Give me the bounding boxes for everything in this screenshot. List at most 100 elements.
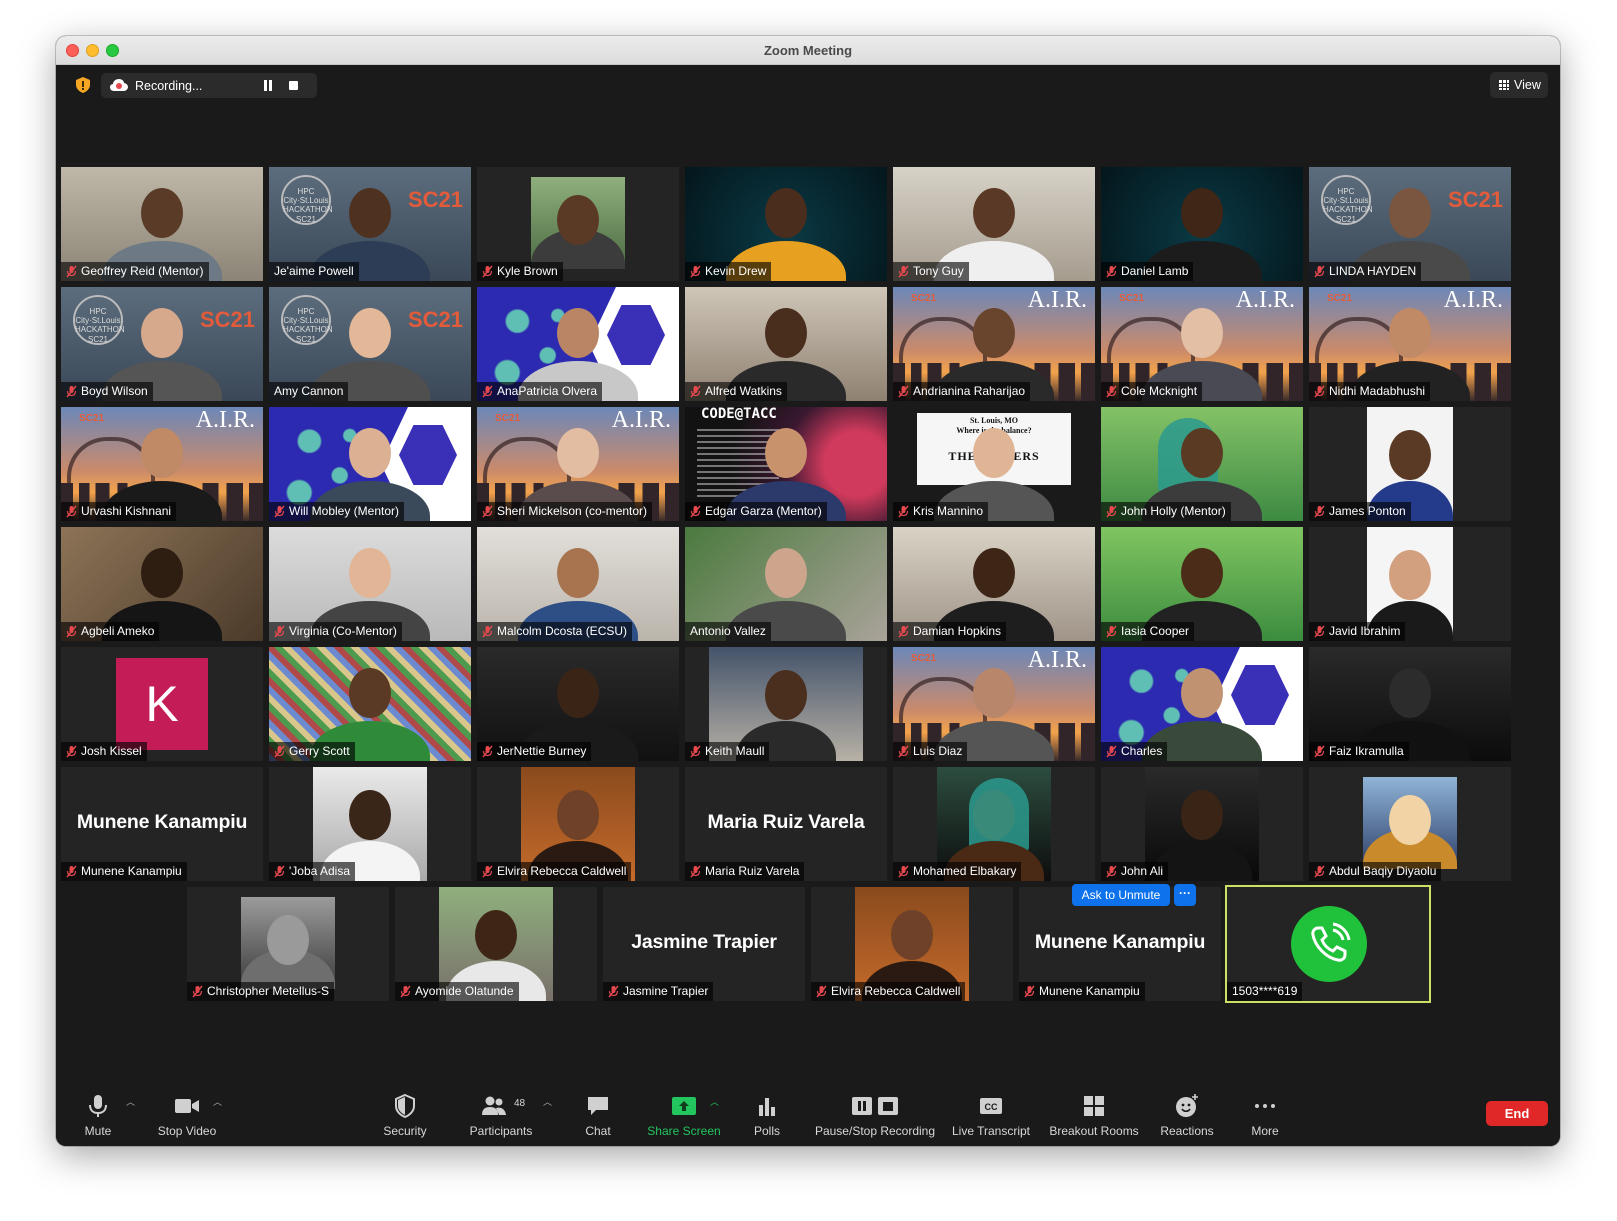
chat-button[interactable]: Chat: [578, 1086, 618, 1146]
closed-caption-icon: CC: [980, 1098, 1002, 1114]
live-transcript-button[interactable]: CC Live Transcript: [949, 1086, 1033, 1146]
pause-recording-icon[interactable]: [263, 80, 273, 91]
participant-name-tag: Elvira Rebecca Caldwell: [477, 862, 632, 881]
participant-tile[interactable]: Kevin Drew: [685, 167, 887, 281]
participant-tile[interactable]: A.I.R. SC21 Nidhi Madabhushi: [1309, 287, 1511, 401]
participant-name-tag: Malcolm Dcosta (ECSU): [477, 622, 633, 641]
participant-tile[interactable]: Maria Ruiz Varela Maria Ruiz Varela: [685, 767, 887, 881]
sc21-tag: SC21: [911, 653, 937, 664]
participant-tile[interactable]: A.I.R. SC21 Andrianina Raharijao: [893, 287, 1095, 401]
participant-name-tag: James Ponton: [1309, 502, 1411, 521]
participant-tile[interactable]: Abdul Baqiy Diyaolu: [1309, 767, 1511, 881]
participant-tile[interactable]: Keith Maull: [685, 647, 887, 761]
participant-face: [349, 547, 391, 598]
participant-tile[interactable]: K Josh Kissel: [61, 647, 263, 761]
share-options-caret-icon[interactable]: ︿: [710, 1098, 719, 1107]
ask-to-unmute-button[interactable]: Ask to Unmute: [1072, 884, 1170, 906]
stop-recording-icon[interactable]: [289, 81, 298, 90]
participant-face: [349, 187, 391, 238]
participant-tile[interactable]: A.I.R. SC21 Sheri Mickelson (co-mentor): [477, 407, 679, 521]
participant-tile[interactable]: Damian Hopkins: [893, 527, 1095, 641]
participant-tile[interactable]: Gerry Scott: [269, 647, 471, 761]
participant-tile[interactable]: JerNettie Burney: [477, 647, 679, 761]
title-bar: Zoom Meeting: [56, 36, 1560, 65]
participant-tile[interactable]: Agbeli Ameko: [61, 527, 263, 641]
participant-tile[interactable]: Ayomide Olatunde: [395, 887, 597, 1001]
muted-mic-icon: [482, 505, 493, 518]
sc21-tag: SC21: [79, 413, 105, 424]
pause-stop-icon: [852, 1097, 898, 1115]
stop-video-button[interactable]: Stop Video: [152, 1086, 222, 1146]
participant-tile[interactable]: Munene Kanampiu Munene Kanampiu: [61, 767, 263, 881]
participant-tile[interactable]: Virginia (Co-Mentor): [269, 527, 471, 641]
share-screen-button[interactable]: Share Screen: [646, 1086, 722, 1146]
participant-tile[interactable]: Antonio Vallez: [685, 527, 887, 641]
participant-face: [1181, 187, 1223, 238]
participant-tile[interactable]: Malcolm Dcosta (ECSU): [477, 527, 679, 641]
participant-tile[interactable]: HPC City·St.Louis HACKATHON SC21 SC21 Je'a…: [269, 167, 471, 281]
video-options-caret-icon[interactable]: ︿: [213, 1098, 222, 1107]
participant-tile[interactable]: James Ponton: [1309, 407, 1511, 521]
pause-stop-recording-button[interactable]: Pause/Stop Recording: [813, 1086, 937, 1146]
participant-tile[interactable]: St. Louis, MOWhere is the balance?THE AL…: [893, 407, 1095, 521]
participant-tile[interactable]: John Holly (Mentor): [1101, 407, 1303, 521]
participant-tile[interactable]: A.I.R. SC21 Cole Mcknight: [1101, 287, 1303, 401]
participant-tile[interactable]: CODE@TACC Edgar Garza (Mentor): [685, 407, 887, 521]
muted-mic-icon: [1314, 745, 1325, 758]
participant-tile[interactable]: Javid Ibrahim: [1309, 527, 1511, 641]
participant-tile[interactable]: Elvira Rebecca Caldwell: [477, 767, 679, 881]
participant-tile[interactable]: HPC City·St.Louis HACKATHON SC21 SC21 Boyd…: [61, 287, 263, 401]
participant-face: [973, 187, 1015, 238]
muted-mic-icon: [690, 265, 701, 278]
participant-tile[interactable]: Charles: [1101, 647, 1303, 761]
participant-tile[interactable]: HPC City·St.Louis HACKATHON SC21 SC21 Amy …: [269, 287, 471, 401]
participant-tile[interactable]: Christopher Metellus-S: [187, 887, 389, 1001]
letterboxed-video: [531, 177, 625, 269]
mute-button[interactable]: Mute: [78, 1086, 118, 1146]
stop-video-label: Stop Video: [157, 1124, 217, 1138]
participant-name-tag: Luis Diaz: [893, 742, 968, 761]
end-meeting-button[interactable]: End: [1486, 1101, 1548, 1126]
participant-name: Luis Diaz: [913, 744, 963, 758]
participant-tile[interactable]: Geoffrey Reid (Mentor): [61, 167, 263, 281]
participant-name-tag: John Ali: [1101, 862, 1169, 881]
participant-name-tag: Tony Guy: [893, 262, 969, 281]
participant-tile[interactable]: Elvira Rebecca Caldwell: [811, 887, 1013, 1001]
participant-name-tag: Maria Ruiz Varela: [685, 862, 805, 881]
participant-name-tag: Munene Kanampiu: [61, 862, 187, 881]
view-button[interactable]: View: [1490, 72, 1548, 98]
participant-name-tag: Charles: [1101, 742, 1168, 761]
participant-name: Gerry Scott: [289, 744, 350, 758]
participant-tile[interactable]: Jasmine Trapier Jasmine Trapier: [603, 887, 805, 1001]
more-button[interactable]: More: [1246, 1086, 1284, 1146]
muted-mic-icon: [1106, 505, 1117, 518]
window-title: Zoom Meeting: [763, 43, 853, 58]
participant-tile[interactable]: 1503****619: [1225, 885, 1431, 1003]
participant-tile[interactable]: Will Mobley (Mentor): [269, 407, 471, 521]
participant-tile[interactable]: HPC City·St.Louis HACKATHON SC21 SC21 LIND…: [1309, 167, 1511, 281]
participants-caret-icon[interactable]: ︿: [543, 1098, 552, 1107]
participant-tile[interactable]: Alfred Watkins: [685, 287, 887, 401]
participant-tile[interactable]: 'Joba Adisa: [269, 767, 471, 881]
participant-more-button[interactable]: ···: [1174, 884, 1196, 906]
participant-tile[interactable]: Kyle Brown: [477, 167, 679, 281]
breakout-rooms-button[interactable]: Breakout Rooms: [1048, 1086, 1140, 1146]
participants-label: Participants: [469, 1124, 533, 1138]
participant-tile[interactable]: John Ali: [1101, 767, 1303, 881]
audio-options-caret-icon[interactable]: ︿: [126, 1098, 135, 1107]
encryption-shield-icon[interactable]: [76, 77, 90, 93]
participant-tile[interactable]: A.I.R. SC21 Luis Diaz: [893, 647, 1095, 761]
security-button[interactable]: Security: [378, 1086, 432, 1146]
reactions-button[interactable]: Reactions: [1156, 1086, 1218, 1146]
participant-tile[interactable]: Faiz Ikramulla: [1309, 647, 1511, 761]
participants-button[interactable]: 48 Participants: [466, 1086, 536, 1146]
participant-name: Charles: [1121, 744, 1163, 758]
participant-tile[interactable]: Mohamed Elbakary: [893, 767, 1095, 881]
participant-tile[interactable]: Daniel Lamb: [1101, 167, 1303, 281]
participant-tile[interactable]: A.I.R. SC21 Urvashi Kishnani: [61, 407, 263, 521]
participant-tile[interactable]: AnaPatricia Olvera: [477, 287, 679, 401]
sc21-logo: SC21: [199, 307, 255, 332]
polls-button[interactable]: Polls: [748, 1086, 786, 1146]
participant-tile[interactable]: Iasia Cooper: [1101, 527, 1303, 641]
participant-tile[interactable]: Tony Guy: [893, 167, 1095, 281]
